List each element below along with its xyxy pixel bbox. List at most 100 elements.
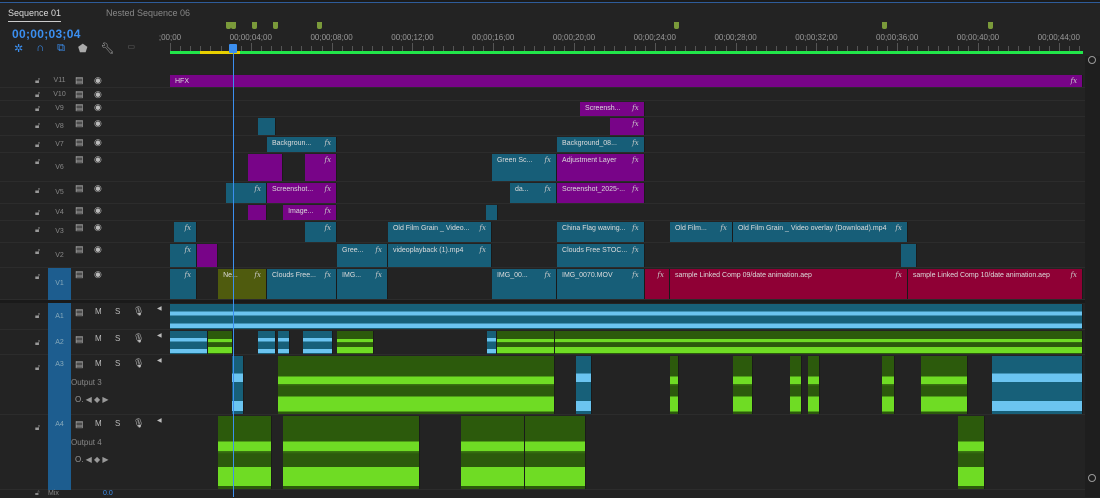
eye-icon[interactable]: ◉	[94, 137, 102, 148]
video-clip[interactable]	[247, 154, 284, 181]
video-clip[interactable]: Adjustment Layer fx	[557, 154, 645, 181]
track-name[interactable]: V11	[48, 74, 71, 88]
volume-icon[interactable]: ◀	[157, 332, 162, 339]
playhead-line[interactable]	[233, 44, 235, 497]
fx-badge-icon[interactable]: fx	[632, 139, 639, 147]
scroll-handle-bottom[interactable]	[1088, 474, 1096, 482]
lock-icon[interactable]: 🔓︎	[35, 157, 40, 167]
audio-clip[interactable]	[460, 416, 525, 489]
eye-icon[interactable]: ◉	[94, 89, 102, 100]
sync-lock-icon[interactable]: ▤	[75, 89, 84, 100]
lock-icon[interactable]: 🔓︎	[35, 208, 40, 218]
video-clip[interactable]: IMG... fx	[337, 269, 388, 299]
video-clip[interactable]	[247, 205, 267, 220]
voiceover-mic-icon[interactable]: 🎙︎	[133, 358, 144, 369]
scroll-handle-top[interactable]	[1088, 56, 1096, 64]
solo-button[interactable]: S	[115, 307, 120, 316]
video-clip[interactable]: Ne... fx	[218, 269, 267, 299]
fx-badge-icon[interactable]: fx	[632, 185, 639, 193]
sync-lock-icon[interactable]: ▤	[75, 222, 84, 233]
audio-clip[interactable]	[732, 356, 753, 414]
volume-icon[interactable]: ◀	[157, 357, 162, 364]
track-name[interactable]: V2	[48, 243, 71, 268]
audio-clip[interactable]	[278, 331, 290, 354]
track-name[interactable]: A2	[48, 330, 71, 355]
video-clip[interactable]: Clouds Free STOC... fx	[557, 244, 645, 267]
sync-lock-icon[interactable]: ▤	[75, 137, 84, 148]
audio-clip[interactable]	[555, 331, 1084, 354]
video-clip[interactable]: Screenshot_2025-... fx	[557, 183, 645, 203]
audio-clip[interactable]	[992, 356, 1084, 414]
fx-badge-icon[interactable]: fx	[325, 185, 332, 193]
fx-badge-icon[interactable]: fx	[254, 271, 261, 279]
track-name[interactable]: V6	[48, 153, 71, 182]
sync-lock-icon[interactable]: ▤	[75, 244, 84, 255]
track-name[interactable]: V10	[48, 88, 71, 101]
sync-lock-icon[interactable]: ▤	[75, 183, 84, 194]
time-ruler[interactable]: ;00;00 00;00;04;00 00;00;08;00 00;00;12;00 0…	[159, 20, 1085, 56]
track-name[interactable]: V8	[48, 117, 71, 136]
marker-icon[interactable]: ⬟	[78, 42, 88, 55]
video-clip[interactable]: fx	[304, 154, 338, 181]
fx-badge-icon[interactable]: fx	[632, 156, 639, 164]
video-clip[interactable]: fx	[174, 222, 198, 242]
magnet-icon[interactable]: ∩	[36, 42, 44, 55]
mute-button[interactable]: M	[95, 307, 102, 316]
video-clip[interactable]: Clouds Free... fx	[266, 269, 338, 299]
eye-icon[interactable]: ◉	[94, 205, 102, 216]
video-clip[interactable]: videoplayback (1).mp4 fx	[387, 244, 492, 267]
video-clip[interactable]: fx	[304, 222, 338, 242]
captions-icon[interactable]: ▭	[128, 42, 136, 55]
track-name[interactable]: V3	[48, 221, 71, 243]
lock-icon[interactable]: 🔓︎	[35, 272, 40, 282]
eye-icon[interactable]: ◉	[94, 244, 102, 255]
video-clip[interactable]: sample Linked Comp 09/date animation.aep…	[669, 269, 908, 299]
audio-clip[interactable]	[258, 331, 277, 354]
sync-lock-icon[interactable]: ▤	[75, 269, 84, 280]
keyframe-navigator[interactable]: O. ◀ ◆ ▶	[75, 455, 109, 464]
sync-lock-icon[interactable]: ▤	[75, 154, 84, 165]
snap-icon[interactable]: ✲	[14, 42, 23, 55]
voiceover-mic-icon[interactable]: 🎙︎	[133, 418, 144, 429]
video-clip[interactable]: China Flag waving... fx	[557, 222, 645, 242]
sync-lock-icon[interactable]: ▤	[75, 205, 84, 216]
solo-button[interactable]: S	[115, 334, 120, 343]
eye-icon[interactable]: ◉	[94, 183, 102, 194]
fx-badge-icon[interactable]: fx	[185, 271, 192, 279]
fx-badge-icon[interactable]: fx	[720, 224, 727, 232]
sequence-marker[interactable]	[231, 22, 237, 29]
volume-icon[interactable]: ◀	[157, 417, 162, 424]
video-clip[interactable]: da... fx	[509, 183, 558, 203]
fx-badge-icon[interactable]: fx	[375, 271, 382, 279]
fx-badge-icon[interactable]: fx	[325, 271, 332, 279]
video-clip[interactable]: Screensh... fx	[580, 102, 645, 116]
track-name[interactable]: A3	[48, 355, 71, 415]
sync-lock-icon[interactable]: ▤	[75, 118, 84, 129]
lock-icon[interactable]: 🔓︎	[35, 423, 40, 433]
audio-clip[interactable]	[790, 356, 803, 414]
audio-clip[interactable]	[576, 356, 593, 414]
audio-clip[interactable]	[487, 331, 498, 354]
tab-sequence-01[interactable]: Sequence 01	[8, 8, 62, 22]
fx-badge-icon[interactable]: fx	[544, 156, 551, 164]
solo-button[interactable]: S	[115, 419, 120, 428]
audio-clip[interactable]	[882, 356, 896, 414]
fx-badge-icon[interactable]: fx	[895, 271, 902, 279]
audio-clip[interactable]	[170, 331, 209, 354]
mute-button[interactable]: M	[95, 359, 102, 368]
audio-clip[interactable]	[669, 356, 680, 414]
work-area-bar[interactable]	[170, 51, 1083, 54]
video-clip[interactable]: fx	[644, 269, 670, 299]
tab-nested-sequence-06[interactable]: Nested Sequence 06	[106, 8, 190, 18]
eye-icon[interactable]: ◉	[94, 75, 102, 86]
audio-clip[interactable]	[497, 331, 555, 354]
track-name[interactable]: V5	[48, 182, 71, 204]
mute-button[interactable]: M	[95, 334, 102, 343]
lock-icon[interactable]: 🔓︎	[35, 225, 40, 235]
track-name[interactable]: V1	[48, 268, 71, 300]
fx-badge-icon[interactable]: fx	[632, 224, 639, 232]
video-clip[interactable]: sample Linked Comp 10/date animation.aep…	[907, 269, 1084, 299]
fx-badge-icon[interactable]: fx	[1070, 271, 1077, 279]
audio-clip[interactable]	[303, 331, 333, 354]
mix-volume[interactable]: 0.0	[103, 490, 113, 497]
